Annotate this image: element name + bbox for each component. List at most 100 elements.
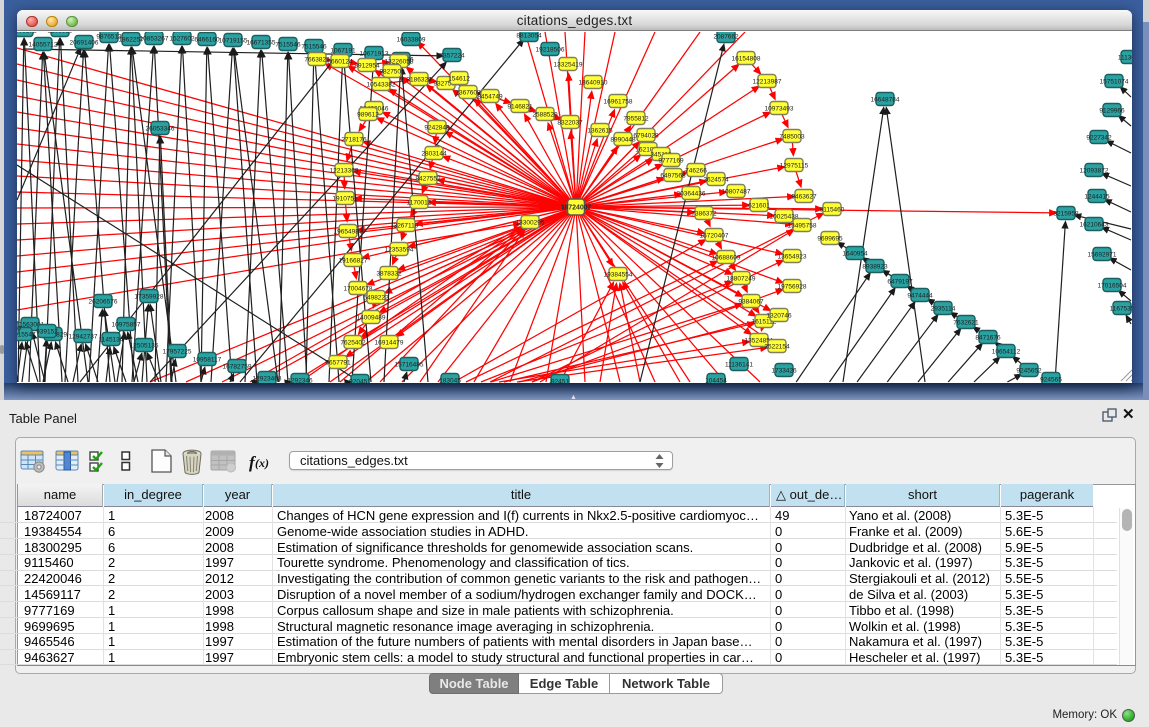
svg-text:8471676: 8471676: [975, 334, 1001, 341]
svg-text:15716485: 15716485: [395, 361, 424, 368]
svg-text:154612: 154612: [448, 75, 470, 82]
svg-text:16033809: 16033809: [397, 36, 426, 43]
svg-text:1067191: 1067191: [330, 47, 356, 54]
svg-text:1292346: 1292346: [287, 377, 313, 383]
svg-text:1733426: 1733426: [771, 367, 797, 374]
svg-text:12213369: 12213369: [330, 167, 359, 174]
svg-text:7515546: 7515546: [275, 41, 301, 48]
svg-text:9146821: 9146821: [507, 103, 533, 110]
svg-text:9227342: 9227342: [1086, 134, 1112, 141]
svg-text:18807249: 18807249: [727, 275, 756, 282]
svg-text:16210643: 16210643: [1080, 221, 1109, 228]
svg-text:10719155: 10719155: [219, 37, 248, 44]
svg-text:2803144: 2803144: [421, 150, 447, 157]
svg-text:10807487: 10807487: [722, 188, 751, 195]
svg-text:9915547: 9915547: [17, 331, 36, 338]
svg-text:7515546: 7515546: [301, 43, 327, 50]
svg-text:9777169: 9777169: [658, 157, 684, 164]
svg-text:8813054: 8813054: [516, 32, 542, 39]
svg-text:16782759: 16782759: [223, 363, 252, 370]
svg-text:16154808: 16154808: [732, 55, 761, 62]
svg-text:939152: 939152: [36, 328, 58, 335]
svg-text:16961758: 16961758: [604, 98, 633, 105]
svg-text:14055712: 14055712: [29, 41, 58, 48]
svg-text:16648784: 16648784: [871, 96, 900, 103]
svg-text:6497568: 6497568: [660, 172, 686, 179]
svg-text:2522154: 2522154: [764, 343, 790, 350]
svg-text:13654923: 13654923: [778, 253, 807, 260]
svg-text:10958117: 10958117: [193, 356, 222, 363]
svg-text:8322037: 8322037: [557, 119, 583, 126]
svg-text:7663822: 7663822: [304, 56, 330, 63]
svg-text:(x): (x): [255, 456, 269, 470]
svg-text:9827509: 9827509: [379, 68, 405, 75]
svg-text:1362615: 1362615: [587, 127, 613, 134]
svg-text:12505135: 12505135: [130, 342, 159, 349]
svg-text:14009489: 14009489: [357, 314, 386, 321]
svg-text:15720407: 15720407: [700, 232, 729, 239]
svg-text:3215958: 3215958: [1053, 210, 1079, 217]
svg-text:1244415: 1244415: [1084, 193, 1110, 200]
svg-text:9384067: 9384067: [738, 298, 764, 305]
svg-text:10688609: 10688609: [712, 254, 741, 261]
svg-text:104454: 104454: [705, 377, 727, 383]
svg-text:20364436: 20364436: [677, 190, 706, 197]
svg-text:7386372: 7386372: [691, 210, 717, 217]
svg-text:183045: 183045: [439, 377, 461, 383]
svg-text:621601: 621601: [748, 202, 770, 209]
svg-text:9474444: 9474444: [907, 292, 933, 299]
svg-text:950510: 950510: [17, 325, 21, 332]
svg-text:26053346: 26053346: [146, 125, 175, 132]
svg-text:1320746: 1320746: [766, 312, 792, 319]
svg-text:19218506: 19218506: [536, 46, 565, 53]
svg-text:13495758: 13495758: [788, 222, 817, 229]
svg-text:16671355: 16671355: [247, 39, 276, 46]
svg-text:10543382: 10543382: [367, 81, 396, 88]
svg-text:2718176: 2718176: [341, 136, 367, 143]
svg-text:10973493: 10973493: [765, 105, 794, 112]
svg-text:7632621: 7632621: [953, 319, 979, 326]
svg-text:9505172: 9505172: [17, 32, 37, 34]
svg-text:10853267: 10853267: [140, 35, 169, 42]
svg-text:12213987: 12213987: [753, 78, 782, 85]
svg-text:9129966: 9129966: [1099, 107, 1125, 114]
svg-text:6479197: 6479197: [887, 278, 913, 285]
svg-text:6466160: 6466160: [194, 36, 220, 43]
svg-text:2588520: 2588520: [532, 111, 558, 118]
svg-text:13325419: 13325419: [554, 61, 583, 68]
svg-text:9699695: 9699695: [817, 235, 843, 242]
svg-text:26206576: 26206576: [89, 298, 118, 305]
svg-text:7485003: 7485003: [779, 133, 805, 140]
svg-text:17359928: 17359928: [135, 293, 164, 300]
svg-text:9657791: 9657791: [325, 359, 351, 366]
svg-text:989612: 989612: [357, 111, 379, 118]
svg-text:1113054: 1113054: [1118, 54, 1132, 61]
svg-text:746266: 746266: [685, 167, 707, 174]
svg-text:8912954: 8912954: [354, 62, 380, 69]
svg-text:924565: 924565: [1040, 376, 1062, 383]
svg-text:5498222: 5498222: [363, 294, 389, 301]
svg-text:9245652: 9245652: [1016, 367, 1042, 374]
svg-text:1167535: 1167535: [1110, 305, 1132, 312]
svg-text:1910751: 1910751: [332, 195, 358, 202]
svg-text:20691406: 20691406: [70, 39, 99, 46]
svg-text:9463627: 9463627: [791, 193, 817, 200]
svg-text:12093872: 12093872: [1080, 167, 1109, 174]
svg-text:92451: 92451: [551, 378, 569, 383]
svg-text:8427552: 8427552: [415, 175, 441, 182]
svg-text:12353594: 12353594: [385, 246, 414, 253]
svg-text:3267110: 3267110: [394, 222, 419, 229]
svg-text:15692971: 15692971: [1088, 251, 1117, 258]
svg-text:8454749: 8454749: [477, 93, 503, 100]
svg-text:1640954: 1640954: [842, 250, 868, 257]
svg-text:16914479: 16914479: [375, 339, 404, 346]
svg-text:9115460: 9115460: [820, 206, 845, 213]
svg-text:6794028: 6794028: [633, 132, 659, 139]
svg-text:18300295: 18300295: [516, 219, 545, 226]
svg-text:12942737: 12942737: [69, 333, 98, 340]
svg-text:8660124: 8660124: [327, 58, 353, 65]
svg-text:18724007: 18724007: [560, 205, 591, 212]
svg-text:18640910: 18640910: [579, 79, 608, 86]
svg-text:8186328: 8186328: [406, 76, 432, 83]
svg-text:10975857: 10975857: [112, 321, 141, 328]
